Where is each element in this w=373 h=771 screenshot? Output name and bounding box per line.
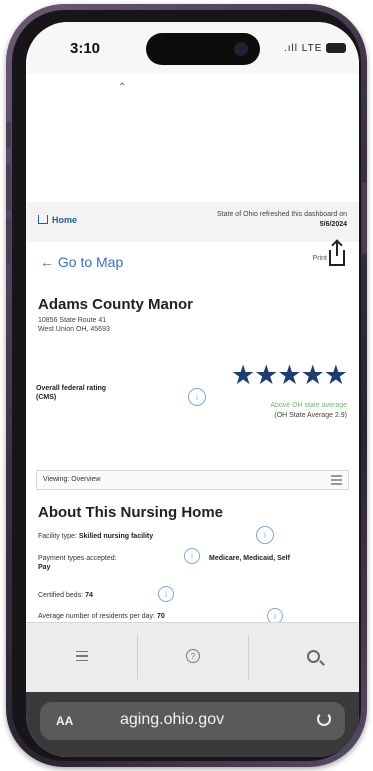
phone-frame: 3:10 .ıll LTE ⌃ Home State of Ohio refre… <box>6 4 367 767</box>
text-size-button[interactable]: AA <box>56 714 73 728</box>
volume-down-button <box>6 218 11 264</box>
toolbar-divider <box>137 635 138 679</box>
menu-button[interactable] <box>62 641 102 671</box>
hamburger-icon <box>76 651 88 661</box>
help-button[interactable]: ? <box>173 641 213 671</box>
facility-name: Adams County Manor <box>38 296 194 313</box>
mute-switch <box>6 122 11 148</box>
refresh-date: 5/6/2024 <box>319 221 347 228</box>
phone-screen: 3:10 .ıll LTE ⌃ Home State of Ohio refre… <box>26 22 359 757</box>
refresh-banner: Home State of Ohio refreshed this dashbo… <box>26 202 359 242</box>
address-line-1: 10856 State Route 41 <box>38 317 107 324</box>
camera-icon <box>234 42 248 56</box>
viewing-select[interactable]: Viewing: Overview <box>36 470 349 490</box>
signal-icon: .ıll LTE <box>284 43 323 54</box>
status-bar: 3:10 .ıll LTE <box>26 22 359 74</box>
residents-value: 70 <box>156 613 165 620</box>
toolbar-divider <box>248 635 249 679</box>
browser-bar: AA aging.ohio.gov <box>26 692 359 757</box>
facility-type-label: Facility type: <box>38 533 77 540</box>
payment-value: Medicare, Medicaid, Self <box>209 555 290 562</box>
home-icon <box>38 215 48 224</box>
section-title: About This Nursing Home <box>38 504 223 521</box>
rating-label: Overall federal rating (CMS) <box>36 385 107 401</box>
refresh-message: State of Ohio refreshed this dashboard o… <box>217 211 347 218</box>
home-link[interactable]: Home <box>38 214 77 225</box>
info-icon[interactable]: i <box>158 586 174 602</box>
help-icon: ? <box>186 649 200 663</box>
address-line-2: West Union OH, 45693 <box>38 326 110 333</box>
payment-value-cont: Pay <box>38 564 51 571</box>
bottom-toolbar: ? <box>26 622 359 692</box>
share-icon <box>329 242 345 266</box>
rating-comparison: Above OH state average <box>270 402 347 409</box>
facility-type-value: Skilled nursing facility <box>78 533 154 540</box>
star-rating: ★★★★★ <box>230 360 348 390</box>
info-icon[interactable]: i <box>184 548 200 564</box>
search-button[interactable] <box>293 641 333 671</box>
menu-icon <box>331 475 342 485</box>
print-button[interactable]: Print <box>312 242 345 266</box>
beds-value: 74 <box>85 592 93 599</box>
facility-type-row: Facility type: Skilled nursing facility <box>38 533 153 540</box>
info-icon[interactable]: i <box>188 388 206 406</box>
web-page: ⌃ Home State of Ohio refreshed this dash… <box>26 74 359 624</box>
payment-label: Payment types accepted: <box>38 555 117 562</box>
info-icon[interactable]: i <box>256 526 274 544</box>
residents-label: Average number of residents per day: <box>38 613 155 620</box>
go-to-map-link[interactable]: ← Go to Map <box>40 254 123 270</box>
reload-icon[interactable] <box>317 712 331 726</box>
state-average: (OH State Average 2.9) <box>274 412 347 419</box>
print-label: Print <box>312 254 327 262</box>
volume-up-button <box>6 164 11 210</box>
dynamic-island <box>146 33 260 65</box>
battery-icon <box>326 43 346 53</box>
address-bar[interactable]: AA aging.ohio.gov <box>40 702 345 740</box>
refresh-text: State of Ohio refreshed this dashboard o… <box>142 210 347 230</box>
status-time: 3:10 <box>70 40 101 57</box>
url-text[interactable]: aging.ohio.gov <box>120 711 224 729</box>
search-icon <box>306 649 320 663</box>
facility-address: 10856 State Route 41 West Union OH, 4569… <box>38 316 110 334</box>
home-link-label: Home <box>52 215 78 225</box>
viewing-label: Viewing: Overview <box>43 476 101 483</box>
power-button <box>362 182 367 254</box>
residents-row: Average number of residents per day: 70 <box>38 613 165 620</box>
beds-label: Certified beds: <box>38 592 84 599</box>
beds-row: Certified beds: 74 <box>38 592 93 599</box>
scroll-indicator: ⌃ <box>118 82 127 93</box>
